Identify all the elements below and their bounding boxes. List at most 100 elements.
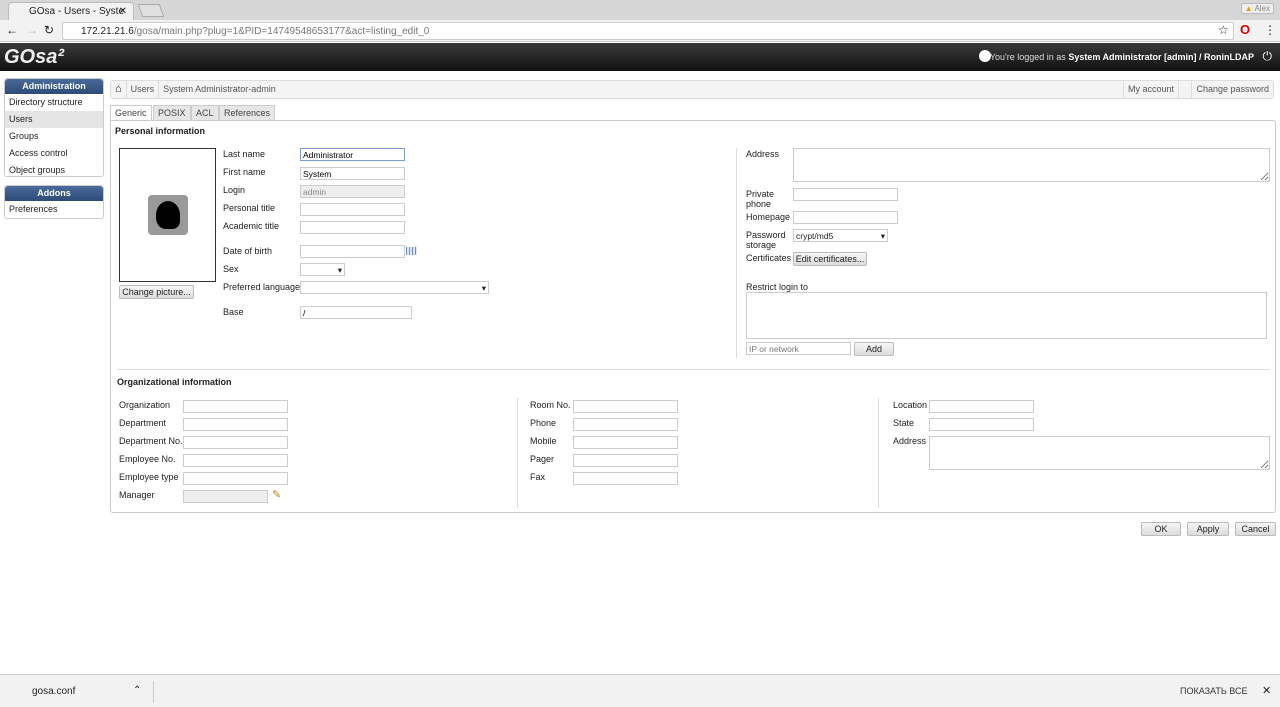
sidebar-item-users[interactable]: Users [5, 111, 103, 128]
divider [153, 681, 154, 703]
warning-icon: ▲ [1244, 4, 1253, 13]
academic-title-input[interactable] [300, 221, 405, 234]
pager-label: Pager [530, 454, 555, 464]
menu-icon[interactable]: ⋮ [1264, 23, 1276, 37]
fax-label: Fax [530, 472, 546, 482]
password-storage-label: Password storage [746, 230, 786, 250]
sidebar-item-preferences[interactable]: Preferences [5, 201, 103, 218]
address-label: Address [746, 149, 780, 159]
cancel-button[interactable]: Cancel [1235, 522, 1276, 536]
chevron-up-icon[interactable]: ⌃ [133, 685, 141, 696]
certificates-label: Certificates [746, 253, 792, 263]
first-name-input[interactable] [300, 167, 405, 180]
sidebar-item-groups[interactable]: Groups [5, 128, 103, 145]
edit-certificates-button[interactable]: Edit certificates... [793, 252, 867, 266]
tab-references[interactable]: References [219, 105, 276, 120]
password-storage-select[interactable]: crypt/md5 ▾ [793, 229, 888, 242]
language-select[interactable]: ▾ [300, 281, 489, 294]
sex-select[interactable]: ▾ [300, 263, 345, 276]
personal-info-heading: Personal information [115, 126, 206, 136]
my-account-link[interactable]: My account [1122, 81, 1179, 98]
opera-icon[interactable]: O [1240, 22, 1250, 37]
sidebar-item-directory-structure[interactable]: Directory structure [5, 94, 103, 111]
dob-input[interactable] [300, 245, 405, 258]
employee-no-input[interactable] [183, 454, 288, 467]
tab-generic[interactable]: Generic [110, 105, 152, 121]
browser-tab-bar: GOsa - Users - Syste ✕ ▲ Alex [0, 0, 1280, 20]
state-input[interactable] [929, 418, 1034, 431]
department-input[interactable] [183, 418, 288, 431]
show-all-downloads[interactable]: ПОКАЗАТЬ ВСЕ [1180, 686, 1247, 696]
calendar-icon[interactable] [406, 247, 417, 255]
change-picture-button[interactable]: Change picture... [119, 285, 194, 299]
address-bar: ← → ↻ 172.21.21.6/gosa/main.php?plug=1&P… [0, 20, 1280, 42]
edit-pencil-icon[interactable]: ✎ [272, 488, 281, 501]
fax-input[interactable] [573, 472, 678, 485]
address-textarea[interactable] [793, 148, 1270, 182]
restrict-login-list[interactable] [746, 292, 1267, 339]
default-avatar-icon [148, 195, 188, 235]
apply-button[interactable]: Apply [1187, 522, 1229, 536]
ok-button[interactable]: OK [1141, 522, 1181, 536]
app-header: GOsa² You're logged in as System Adminis… [0, 43, 1280, 71]
state-label: State [893, 418, 915, 428]
browser-tab[interactable]: GOsa - Users - Syste ✕ [8, 2, 134, 20]
reload-icon[interactable]: ↻ [44, 23, 54, 37]
org-address-textarea[interactable] [929, 436, 1270, 470]
room-no-label: Room No. [530, 400, 571, 410]
base-input[interactable] [300, 306, 412, 319]
homepage-input[interactable] [793, 211, 898, 224]
employee-type-label: Employee type [119, 472, 179, 482]
employee-type-input[interactable] [183, 472, 288, 485]
location-input[interactable] [929, 400, 1034, 413]
ip-network-input[interactable] [746, 342, 851, 355]
profile-button[interactable]: ▲ Alex [1240, 3, 1274, 14]
dob-label: Date of birth [223, 246, 273, 256]
login-input [300, 185, 405, 198]
url-input[interactable]: 172.21.21.6/gosa/main.php?plug=1&PID=147… [62, 22, 1234, 40]
download-item[interactable]: gosa.conf [32, 686, 75, 697]
sidebar-item-access-control[interactable]: Access control [5, 145, 103, 162]
tab-posix[interactable]: POSIX [153, 105, 191, 120]
logout-icon[interactable]: ⏻ [1263, 49, 1273, 64]
new-tab-button[interactable] [137, 4, 165, 17]
department-no-label: Department No. [119, 436, 183, 446]
home-icon[interactable]: ⌂ [111, 81, 127, 98]
last-name-input[interactable] [300, 148, 405, 161]
first-name-label: First name [223, 167, 266, 177]
logged-in-text: You're logged in as System Administrator… [989, 52, 1254, 62]
restrict-login-label: Restrict login to [746, 282, 809, 292]
close-icon[interactable]: ✕ [1262, 684, 1271, 697]
pager-input[interactable] [573, 454, 678, 467]
manager-label: Manager [119, 490, 155, 500]
tab-acl[interactable]: ACL [191, 105, 219, 120]
change-password-link[interactable]: Change password [1191, 81, 1273, 98]
organization-input[interactable] [183, 400, 288, 413]
organization-label: Organization [119, 400, 171, 410]
phone-label: Phone [530, 418, 557, 428]
divider [517, 398, 518, 508]
back-icon[interactable]: ← [6, 23, 18, 37]
bookmark-star-icon[interactable]: ☆ [1218, 23, 1229, 37]
department-no-input[interactable] [183, 436, 288, 449]
add-ip-button[interactable]: Add [854, 342, 894, 356]
homepage-label: Homepage [746, 212, 791, 222]
mobile-label: Mobile [530, 436, 557, 446]
private-phone-input[interactable] [793, 188, 898, 201]
addons-menu: Addons Preferences [4, 185, 104, 219]
breadcrumb-users[interactable]: Users [127, 81, 160, 98]
last-name-label: Last name [223, 149, 266, 159]
breadcrumb-current: System Administrator-admin [163, 84, 276, 94]
divider [736, 148, 737, 358]
close-tab-icon[interactable]: ✕ [119, 6, 127, 17]
sidebar-item-object-groups[interactable]: Object groups [5, 162, 103, 179]
forward-icon[interactable]: → [26, 23, 38, 37]
employee-no-label: Employee No. [119, 454, 176, 464]
room-no-input[interactable] [573, 400, 678, 413]
admin-menu: Administration Directory structure Users… [4, 78, 104, 177]
personal-title-input[interactable] [300, 203, 405, 216]
private-phone-label: Private phone [746, 189, 775, 209]
language-label: Preferred language [223, 282, 301, 292]
mobile-input[interactable] [573, 436, 678, 449]
phone-input[interactable] [573, 418, 678, 431]
